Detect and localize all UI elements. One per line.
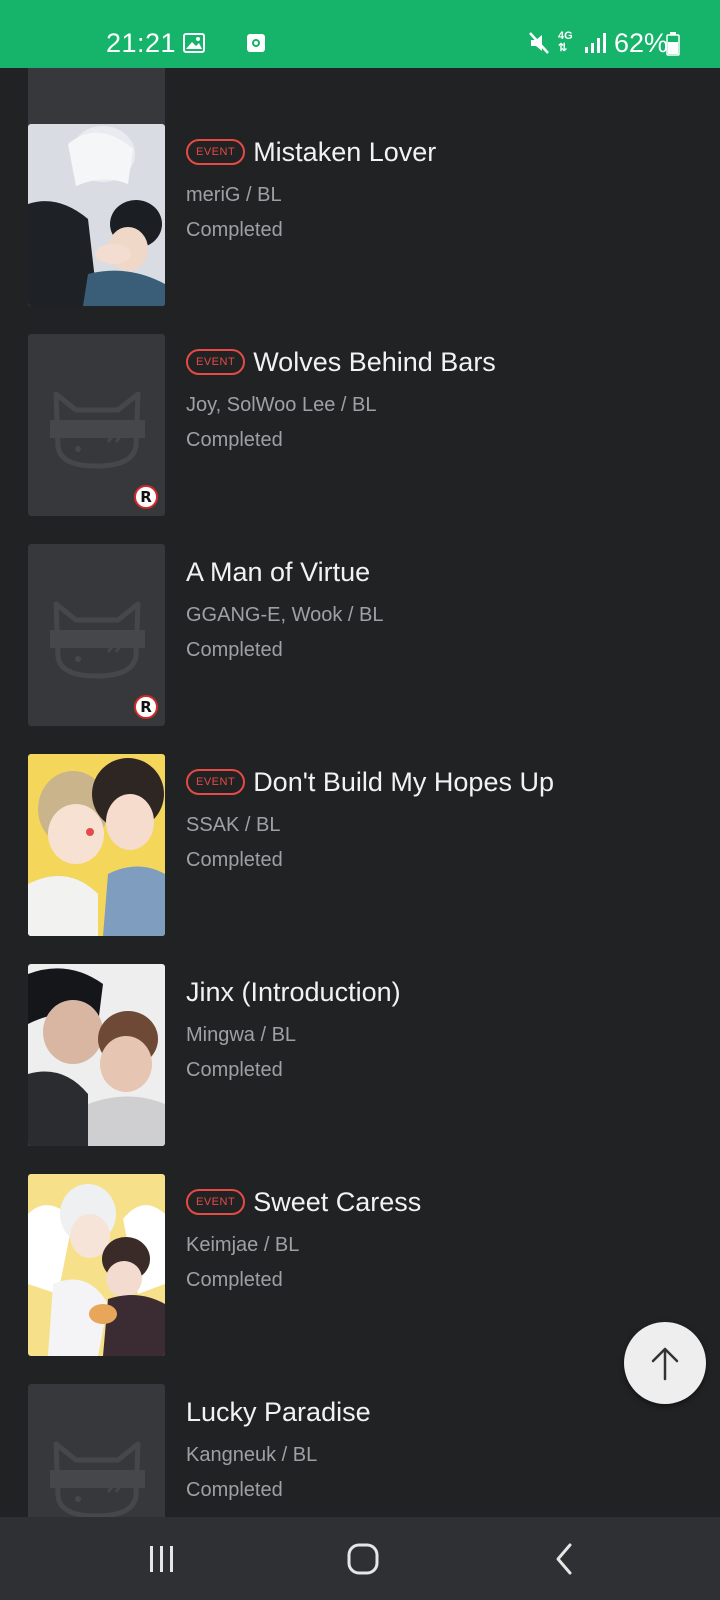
series-status: Completed: [186, 219, 283, 241]
network-type-label: 4G: [558, 30, 573, 42]
series-item[interactable]: Jinx (Introduction) Mingwa / BL Complete…: [28, 964, 708, 1146]
network-type-icon: 4G ⇅: [558, 30, 573, 55]
status-time: 21:21: [106, 28, 177, 58]
series-title: A Man of Virtue: [186, 556, 371, 587]
event-badge: EVENT: [186, 139, 246, 165]
series-title: Jinx (Introduction): [186, 976, 401, 1007]
series-title: Mistaken Lover: [253, 136, 437, 167]
series-status: Completed: [186, 639, 283, 661]
series-list: R EVENT Mistaken Lover meriG / BL Comple…: [0, 68, 720, 1517]
series-thumbnail-placeholder: [28, 1384, 165, 1517]
signal-icon: [584, 32, 606, 59]
series-title: Lucky Paradise: [186, 1396, 371, 1427]
series-author-genre: meriG / BL: [186, 184, 282, 206]
series-item[interactable]: Lucky Paradise Kangneuk / BL Completed: [28, 1384, 708, 1517]
mute-icon: [528, 31, 550, 60]
series-thumbnail-placeholder: R: [28, 334, 165, 516]
battery-icon: [666, 32, 680, 61]
series-author-genre: SSAK / BL: [186, 814, 281, 836]
series-title: Sweet Caress: [253, 1186, 422, 1217]
gallery-notification-icon: [183, 33, 205, 58]
mature-rating-badge: R: [134, 485, 158, 509]
back-button[interactable]: [504, 1517, 624, 1600]
series-author-genre: Keimjae / BL: [186, 1234, 300, 1256]
series-item[interactable]: R EVENT Wolves Behind Bars Joy, SolWoo L…: [28, 334, 708, 516]
series-status: Completed: [186, 1059, 283, 1081]
event-badge: EVENT: [186, 769, 246, 795]
recents-icon: [150, 1545, 173, 1572]
series-author-genre: GGANG-E, Wook / BL: [186, 604, 384, 626]
status-bar: 21:21 4G ⇅ 62%: [0, 0, 720, 68]
series-item[interactable]: EVENT Don't Build My Hopes Up SSAK / BL …: [28, 754, 708, 936]
mature-rating-badge: R: [134, 695, 158, 719]
series-status: Completed: [186, 1479, 283, 1501]
battery-level: 62%: [614, 28, 669, 58]
system-navigation-bar: [0, 1517, 720, 1600]
series-thumbnail: [28, 754, 165, 936]
app-notification-icon: [246, 33, 266, 58]
scroll-to-top-button[interactable]: [624, 1322, 706, 1404]
series-title: Wolves Behind Bars: [253, 346, 496, 377]
series-thumbnail: [28, 964, 165, 1146]
series-thumbnail: [28, 124, 165, 306]
series-title: Don't Build My Hopes Up: [253, 766, 554, 797]
series-item[interactable]: R A Man of Virtue GGANG-E, Wook / BL Com…: [28, 544, 708, 726]
event-badge: EVENT: [186, 349, 246, 375]
placeholder-cat-icon: [50, 1441, 145, 1517]
event-badge: EVENT: [186, 1189, 246, 1215]
series-item[interactable]: EVENT Sweet Caress Keimjae / BL Complete…: [28, 1174, 708, 1356]
back-icon: [556, 1543, 572, 1574]
series-item[interactable]: EVENT Mistaken Lover meriG / BL Complete…: [28, 124, 708, 306]
series-status: Completed: [186, 1269, 283, 1291]
series-status: Completed: [186, 429, 283, 451]
series-thumbnail-placeholder: R: [28, 544, 165, 726]
series-status: Completed: [186, 849, 283, 871]
arrow-up-icon: [651, 1347, 679, 1381]
series-author-genre: Joy, SolWoo Lee / BL: [186, 394, 377, 416]
home-icon: [347, 1543, 379, 1574]
recents-button[interactable]: [102, 1517, 222, 1600]
series-author-genre: Kangneuk / BL: [186, 1444, 318, 1466]
home-button[interactable]: [303, 1517, 423, 1600]
series-thumbnail: [28, 1174, 165, 1356]
series-author-genre: Mingwa / BL: [186, 1024, 297, 1046]
